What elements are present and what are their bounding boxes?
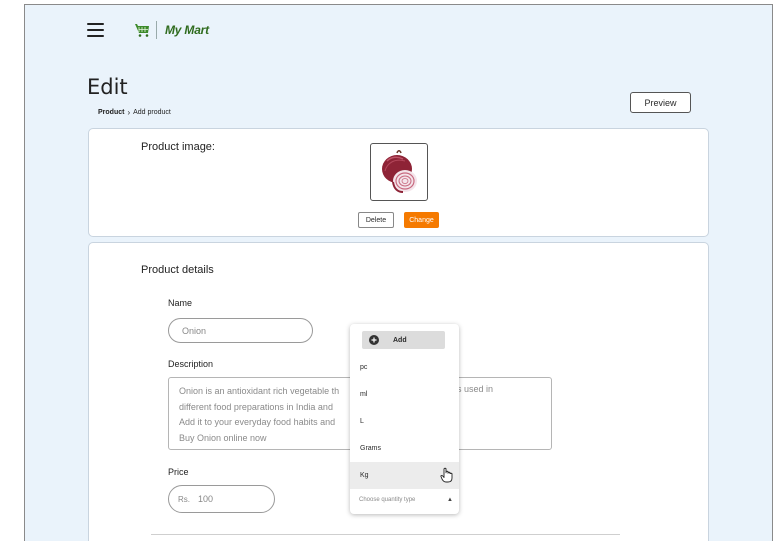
change-image-button[interactable]: Change	[404, 212, 439, 228]
hand-pointer-icon	[440, 467, 453, 483]
name-value: Onion	[182, 325, 207, 336]
plus-circle-icon	[369, 335, 379, 345]
option-label: Grams	[360, 445, 381, 452]
quantity-type-dropdown: Add pc ml L Grams Kg Choose quantity typ…	[350, 324, 459, 514]
shopping-cart-icon	[135, 24, 149, 37]
breadcrumb-current: Add product	[133, 109, 171, 116]
name-input[interactable]: Onion	[168, 318, 313, 343]
product-image-card: Product image: Delete Change	[88, 128, 709, 237]
page-title: Edit	[87, 75, 128, 99]
product-image	[370, 143, 428, 201]
product-details-title: Product details	[141, 264, 214, 276]
option-label: pc	[360, 364, 368, 371]
description-label: Description	[168, 359, 214, 369]
option-label: ml	[360, 391, 368, 398]
add-label: Add	[393, 336, 407, 344]
name-label: Name	[168, 298, 193, 308]
option-label: L	[360, 418, 364, 425]
image-actions: Delete Change	[358, 212, 439, 228]
product-image-label: Product image:	[141, 141, 215, 153]
price-input[interactable]: Rs. 100	[168, 485, 275, 513]
logo-text: My Mart	[165, 23, 209, 37]
description-line-tail: s used in	[457, 384, 494, 394]
quantity-option-kg[interactable]: Kg	[350, 462, 459, 489]
logo[interactable]: My Mart	[134, 21, 209, 39]
menu-icon[interactable]	[87, 23, 104, 37]
add-quantity-button[interactable]: Add	[362, 331, 445, 349]
option-label: Kg	[360, 472, 369, 479]
quantity-option-ml[interactable]: ml	[350, 381, 459, 408]
breadcrumb: Product › Add product	[98, 108, 171, 117]
delete-image-button[interactable]: Delete	[358, 212, 394, 228]
quantity-type-select[interactable]: Choose quantity type ▲	[359, 497, 453, 503]
preview-button[interactable]: Preview	[630, 92, 691, 113]
app-frame: My Mart Edit Product › Add product Previ…	[24, 4, 773, 541]
price-value: 100	[198, 494, 214, 504]
top-bar: My Mart	[87, 17, 209, 43]
quantity-placeholder: Choose quantity type	[359, 497, 416, 503]
breadcrumb-product[interactable]: Product	[98, 109, 124, 116]
price-label: Price	[168, 467, 189, 477]
caret-up-icon: ▲	[447, 497, 453, 503]
quantity-option-grams[interactable]: Grams	[350, 435, 459, 462]
price-currency: Rs.	[178, 494, 190, 504]
section-divider	[151, 534, 620, 535]
quantity-option-l[interactable]: L	[350, 408, 459, 435]
logo-divider	[156, 21, 157, 39]
quantity-option-pc[interactable]: pc	[350, 354, 459, 381]
onion-image	[382, 150, 417, 193]
chevron-right-icon: ›	[127, 108, 131, 117]
